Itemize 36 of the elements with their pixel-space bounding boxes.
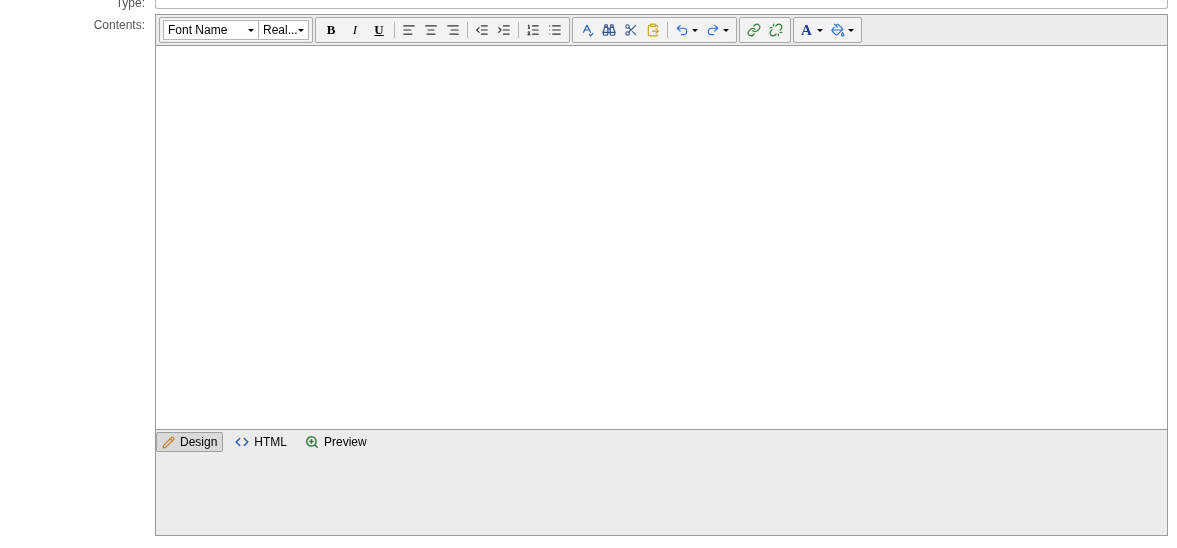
caret-icon [816,28,823,32]
align-center-icon [424,23,438,37]
outdent-icon [475,23,489,37]
caret-icon [847,28,854,32]
font-color-button[interactable]: A [797,19,827,41]
paint-bucket-icon [830,23,845,37]
align-right-icon [446,23,460,37]
spell-check-icon [580,23,594,37]
redo-icon [706,23,720,37]
mode-tab[interactable]: Design [156,432,224,452]
magnifier-icon [305,435,320,449]
mode-tab[interactable]: HTML [229,432,294,452]
pencil-icon [162,435,175,449]
field-label: Contents: [92,17,145,34]
caret-icon [248,28,254,32]
undo-icon [675,23,689,37]
binoculars-icon [602,23,616,37]
align-left-icon [402,23,416,37]
caret-icon [723,28,729,32]
type-field[interactable] [155,0,1168,9]
underline-button[interactable]: U [367,19,391,41]
scissors-icon [624,23,638,37]
mode-tab[interactable]: Preview [299,432,373,452]
caret-icon [692,28,698,32]
numbered-list-icon [526,23,540,37]
indent-icon [497,23,511,37]
code-icon [235,435,250,449]
italic-button[interactable]: I [343,19,367,41]
clipboard-icon [646,23,660,37]
font-name-dropdown[interactable]: Font Name [163,20,259,40]
bulleted-list-icon [548,23,562,37]
caret-icon [298,28,304,32]
link-icon [747,23,761,37]
unlink-icon [769,23,783,37]
bold-button[interactable]: B [319,19,343,41]
font-size-dropdown[interactable]: Real... [259,20,309,40]
